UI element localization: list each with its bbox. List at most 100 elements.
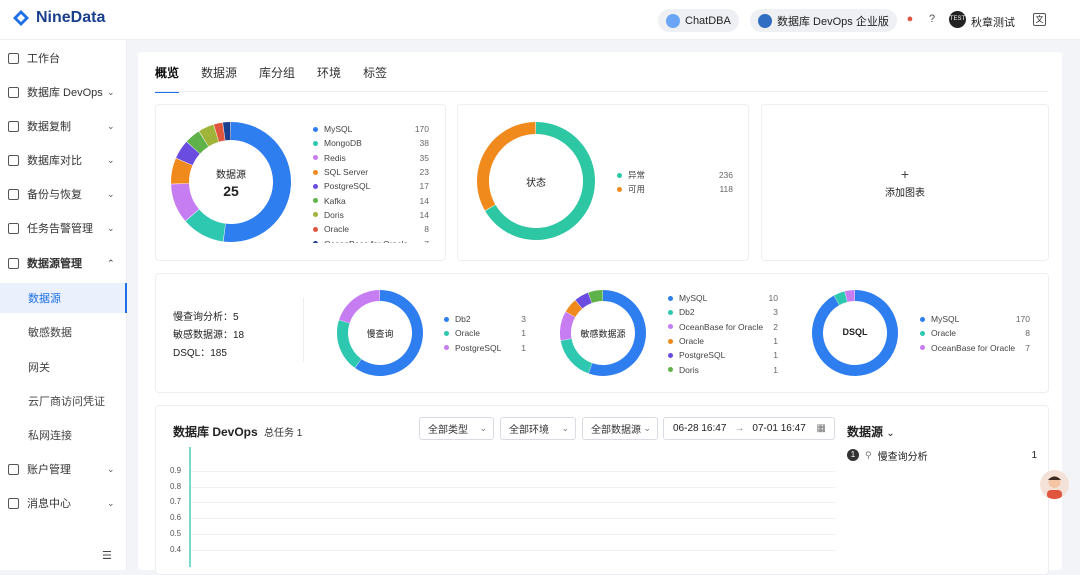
- legend-item[interactable]: MySQL 170: [313, 122, 429, 136]
- chatdba-button[interactable]: ChatDBA: [658, 9, 739, 32]
- avatar[interactable]: TEST: [949, 11, 966, 28]
- legend-label: MySQL: [679, 293, 708, 304]
- legend-item[interactable]: 异常 236: [617, 168, 733, 182]
- sidebar-item-datasource-mgmt[interactable]: 数据源管理 ⌃: [0, 248, 127, 278]
- dsql-legend: MySQL 170 Oracle 8 OceanBase for Oracle 7: [920, 312, 1030, 355]
- sidebar-item-messages[interactable]: 消息中心 ⌄: [0, 488, 127, 518]
- legend-item[interactable]: Redis 35: [313, 151, 429, 165]
- tab-environment[interactable]: 环境: [317, 64, 341, 93]
- env-filter-select[interactable]: 全部环境 ⌄: [500, 417, 576, 440]
- chevron-down-icon: ⌄: [643, 423, 651, 433]
- sidebar-sub-private-link[interactable]: 私网连接: [0, 420, 127, 450]
- ds-ranking-row[interactable]: 1 ⚲ 慢查询分析 1: [847, 448, 1037, 463]
- legend-swatch: [668, 352, 673, 358]
- tab-overview[interactable]: 概览: [155, 64, 180, 93]
- sidebar-sub-gateway[interactable]: 网关: [0, 352, 127, 382]
- ds-row-value: 1: [1031, 449, 1037, 461]
- globe-icon: [758, 13, 772, 28]
- usage-stats: 慢查询分析：5 敏感数据源：18 DSQL：185: [173, 309, 244, 363]
- legend-item[interactable]: OceanBase for Oracle 7: [313, 236, 429, 243]
- legend-value: 170: [1015, 314, 1030, 325]
- legend-item[interactable]: Oracle 1: [668, 334, 778, 348]
- legend-value: 1: [773, 364, 778, 375]
- type-filter-value: 全部类型: [428, 425, 468, 436]
- slow-query-slice[interactable]: [339, 290, 380, 324]
- legend-item[interactable]: Oracle 8: [920, 326, 1030, 340]
- tab-datasource[interactable]: 数据源: [201, 64, 237, 93]
- devops-icon: [8, 86, 19, 98]
- legend-item[interactable]: 可用 118: [617, 182, 733, 196]
- language-icon[interactable]: 文: [1033, 13, 1046, 26]
- legend-item[interactable]: PostgreSQL 1: [668, 348, 778, 362]
- brand-logo[interactable]: NineData: [12, 9, 105, 27]
- legend-label: PostgreSQL: [455, 342, 502, 353]
- rank-badge: 1: [847, 449, 859, 461]
- legend-item[interactable]: Oracle 8: [313, 222, 429, 236]
- sidebar-item-compare[interactable]: 数据库对比 ⌄: [0, 145, 127, 175]
- sidebar-sub-sensitive[interactable]: 敏感数据: [0, 317, 127, 347]
- sensitive-slice[interactable]: [560, 338, 593, 374]
- sidebar-item-replication[interactable]: 数据复制 ⌄: [0, 111, 127, 141]
- date-range-picker[interactable]: 06-28 16:47 → 07-01 16:47 ▦: [663, 417, 835, 440]
- legend-value: 10: [768, 293, 778, 304]
- datasource-filter-select[interactable]: 全部数据源 ⌄: [582, 417, 658, 440]
- devops-title: 数据库 DevOps: [173, 425, 258, 439]
- legend-swatch: [668, 338, 673, 344]
- datasource-slice[interactable]: [223, 122, 291, 242]
- legend-item[interactable]: OceanBase for Oracle 2: [668, 320, 778, 334]
- sidebar-item-devops[interactable]: 数据库 DevOps ⌄: [0, 77, 127, 107]
- legend-swatch: [444, 345, 449, 351]
- grid-line: [190, 518, 835, 520]
- legend-item[interactable]: MySQL 170: [920, 312, 1030, 326]
- plus-icon[interactable]: +: [880, 166, 930, 182]
- edition-badge[interactable]: 数据库 DevOps 企业版: [750, 9, 897, 32]
- collapse-sidebar-icon[interactable]: ☰: [102, 549, 112, 562]
- legend-item[interactable]: Doris 1: [668, 362, 778, 376]
- sidebar-sub-credentials[interactable]: 云厂商访问凭证: [0, 386, 127, 416]
- chevron-down-icon: ⌄: [107, 86, 115, 97]
- add-chart-card[interactable]: [761, 104, 1049, 261]
- legend-item[interactable]: MySQL 10: [668, 291, 778, 305]
- legend-item[interactable]: PostgreSQL 1: [444, 341, 526, 355]
- legend-item[interactable]: Db2 3: [668, 305, 778, 319]
- datasource-donut-label: 数据源: [216, 170, 246, 181]
- y-tick-label: 0.6: [170, 513, 182, 523]
- ds-ranking-title[interactable]: 数据源 ⌄: [847, 423, 895, 440]
- legend-label: SQL Server: [324, 167, 369, 178]
- legend-item[interactable]: Doris 14: [313, 208, 429, 222]
- tab-tags[interactable]: 标签: [363, 64, 387, 93]
- legend-item[interactable]: Kafka 14: [313, 193, 429, 207]
- sidebar-item-alerts[interactable]: 任务告警管理 ⌄: [0, 213, 127, 243]
- grid-line: [190, 471, 835, 472]
- legend-swatch: [668, 324, 673, 330]
- legend-item[interactable]: SQL Server 23: [313, 165, 429, 179]
- status-donut-label: 状态: [526, 178, 546, 189]
- slow-query-stat: 慢查询分析：5: [173, 312, 239, 323]
- y-tick-label: 0.8: [170, 481, 182, 491]
- user-name[interactable]: 秋章测试: [971, 14, 1015, 30]
- support-avatar-icon[interactable]: [1040, 470, 1069, 499]
- legend-item[interactable]: MongoDB 38: [313, 136, 429, 150]
- legend-item[interactable]: Oracle 1: [444, 326, 526, 340]
- legend-label: MySQL: [931, 314, 960, 325]
- tab-db-group[interactable]: 库分组: [259, 64, 295, 93]
- sidebar-item-account[interactable]: 账户管理 ⌄: [0, 454, 127, 484]
- legend-item[interactable]: PostgreSQL 17: [313, 179, 429, 193]
- legend-item[interactable]: OceanBase for Oracle 7: [920, 341, 1030, 355]
- legend-swatch: [313, 169, 318, 175]
- legend-label: PostgreSQL: [324, 181, 371, 192]
- sidebar-sub-datasource[interactable]: 数据源: [0, 283, 127, 313]
- add-chart-label[interactable]: 添加图表: [870, 184, 940, 199]
- sidebar-item-backup[interactable]: 备份与恢复 ⌄: [0, 179, 127, 209]
- sidebar-item-label: 数据库 DevOps: [27, 87, 103, 99]
- type-filter-select[interactable]: 全部类型 ⌄: [419, 417, 494, 440]
- notification-icon[interactable]: ●: [904, 13, 916, 25]
- sidebar-item-workbench[interactable]: 工作台: [0, 43, 127, 73]
- status-slice[interactable]: [477, 122, 536, 211]
- legend-item[interactable]: Db2 3: [444, 312, 526, 326]
- sidebar-item-label: 消息中心: [27, 498, 71, 510]
- date-separator: →: [734, 423, 745, 434]
- help-icon[interactable]: ?: [926, 13, 938, 25]
- sensitive-stat: 敏感数据源：18: [173, 330, 245, 341]
- legend-value: 8: [1025, 328, 1030, 339]
